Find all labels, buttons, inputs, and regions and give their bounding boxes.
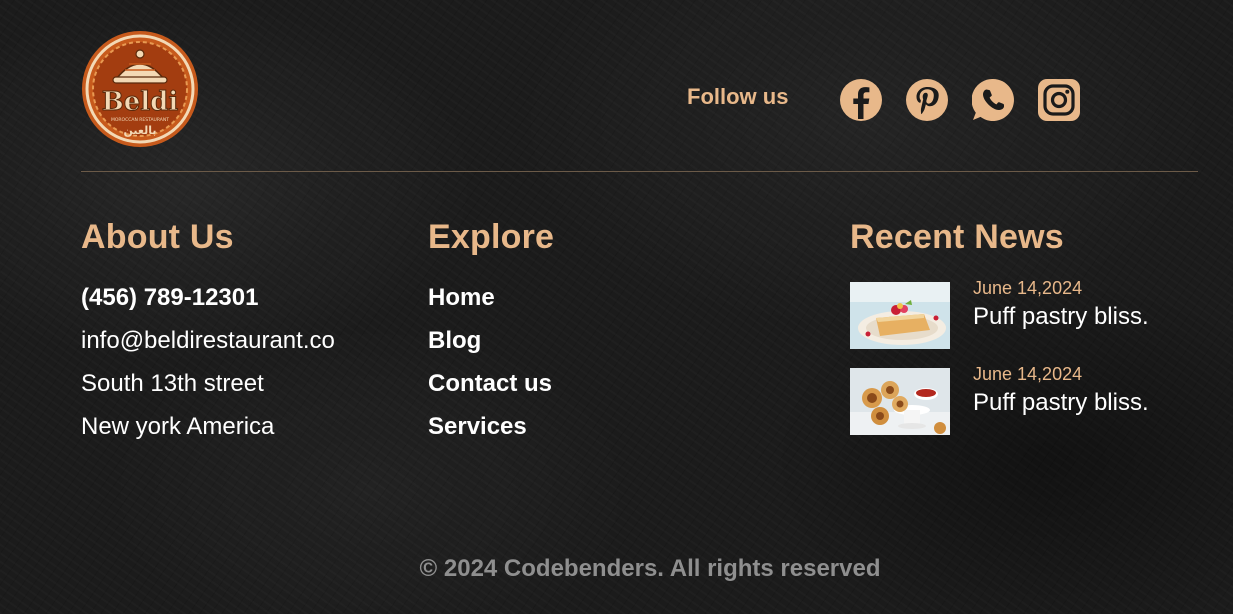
news-title-link[interactable]: Puff pastry bliss. [973,303,1149,331]
logo-arabic: بالعين [124,124,157,137]
logo-text: Beldi [102,87,179,117]
facebook-icon[interactable] [840,79,882,121]
brand-logo[interactable]: Beldi MOROCCAN RESTAURANT بالعين [81,30,199,148]
instagram-icon[interactable] [1038,79,1080,121]
follow-us-label: Follow us [687,84,789,109]
whatsapp-icon[interactable] [972,79,1014,121]
nav-link-contact-us[interactable]: Contact us [428,370,552,398]
news-title-link[interactable]: Puff pastry bliss. [973,389,1149,417]
recent-news-heading: Recent News [850,218,1064,256]
logo-subtitle: MOROCCAN RESTAURANT [111,117,169,123]
explore-heading: Explore [428,218,555,256]
news-thumbnail[interactable] [850,282,950,349]
news-thumbnail[interactable] [850,368,950,435]
about-us-heading: About Us [81,218,234,256]
phone-number[interactable]: (456) 789-12301 [81,284,258,312]
nav-link-blog[interactable]: Blog [428,327,481,355]
news-date: June 14,2024 [973,278,1083,298]
news-date: June 14,2024 [973,364,1083,384]
pinterest-icon[interactable] [906,79,948,121]
city-address: New york America [81,413,275,440]
nav-link-services[interactable]: Services [428,413,527,441]
footer-divider [81,171,1198,172]
copyright-text: © 2024 Codebenders. All rights reserved [419,555,881,582]
street-address: South 13th street [81,370,264,397]
nav-link-home[interactable]: Home [428,284,495,312]
email-address[interactable]: info@beldirestaurant.co [81,327,335,355]
